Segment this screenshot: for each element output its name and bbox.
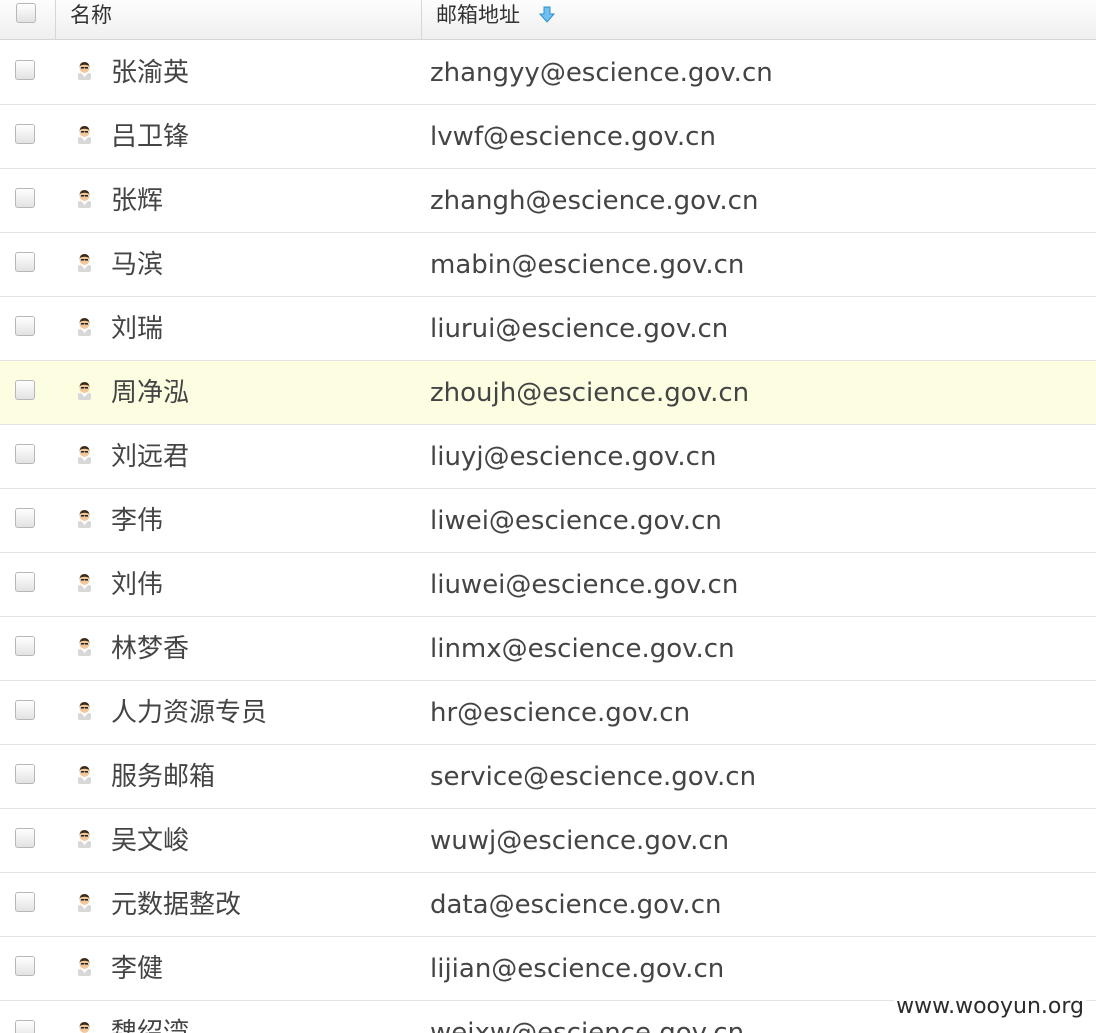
user-avatar-icon xyxy=(78,126,91,144)
header-name-column[interactable]: 名称 xyxy=(56,0,422,39)
table-row[interactable]: 人力资源专员 hr@escience.gov.cn xyxy=(0,681,1096,745)
row-checkbox[interactable] xyxy=(15,444,35,464)
contact-name[interactable]: 刘瑞 xyxy=(111,312,163,346)
contact-email[interactable]: mabin@escience.gov.cn xyxy=(430,248,744,282)
contact-name[interactable]: 吴文峻 xyxy=(111,824,189,858)
contact-email[interactable]: service@escience.gov.cn xyxy=(430,760,756,794)
table-row[interactable]: 马滨 mabin@escience.gov.cn xyxy=(0,233,1096,297)
table-row[interactable]: 元数据整改 data@escience.gov.cn xyxy=(0,873,1096,937)
contact-name[interactable]: 李健 xyxy=(111,952,163,986)
user-avatar-icon xyxy=(79,1022,90,1033)
contact-name[interactable]: 张辉 xyxy=(111,184,163,218)
contact-email[interactable]: liuwei@escience.gov.cn xyxy=(430,568,738,602)
row-checkbox[interactable] xyxy=(15,60,35,80)
table-row[interactable]: 李伟 liwei@escience.gov.cn xyxy=(0,489,1096,553)
table-row[interactable]: 吴文峻 wuwj@escience.gov.cn xyxy=(0,809,1096,873)
contact-name[interactable]: 吕卫锋 xyxy=(111,120,189,154)
contact-email[interactable]: wuwj@escience.gov.cn xyxy=(430,824,729,858)
user-avatar-icon xyxy=(78,766,91,784)
user-avatar-icon xyxy=(78,318,91,336)
contact-email[interactable]: linmx@escience.gov.cn xyxy=(430,632,735,666)
table-row[interactable]: 李健 lijian@escience.gov.cn xyxy=(0,937,1096,1001)
row-checkbox[interactable] xyxy=(15,892,35,912)
row-checkbox[interactable] xyxy=(15,188,35,208)
table-row[interactable]: 张渝英 zhangyy@escience.gov.cn xyxy=(0,41,1096,105)
contact-email[interactable]: zhangh@escience.gov.cn xyxy=(430,184,758,218)
name-column-label: 名称 xyxy=(70,3,112,27)
table-row[interactable]: 刘瑞 liurui@escience.gov.cn xyxy=(0,297,1096,361)
table-row[interactable]: 吕卫锋 lvwf@escience.gov.cn xyxy=(0,105,1096,169)
table-row[interactable]: 刘远君 liuyj@escience.gov.cn xyxy=(0,425,1096,489)
contact-email[interactable]: liwei@escience.gov.cn xyxy=(430,504,722,538)
contact-name[interactable]: 林梦香 xyxy=(111,632,189,666)
contact-list-page: 名称 邮箱地址 张渝英 zhangyy@escience.gov.cn 吕卫锋 … xyxy=(0,0,1096,1033)
contact-email[interactable]: weixw@escience.gov.cn xyxy=(430,1016,744,1033)
table-row[interactable]: 林梦香 linmx@escience.gov.cn xyxy=(0,617,1096,681)
user-avatar-icon xyxy=(78,62,91,80)
table-row[interactable]: 张辉 zhangh@escience.gov.cn xyxy=(0,169,1096,233)
contact-name[interactable]: 张渝英 xyxy=(111,56,189,90)
row-checkbox[interactable] xyxy=(15,380,35,400)
user-avatar-icon xyxy=(78,574,91,592)
user-avatar-icon xyxy=(78,446,91,464)
contact-name[interactable]: 人力资源专员 xyxy=(111,696,267,730)
contact-name[interactable]: 刘伟 xyxy=(111,568,163,602)
header-email-column[interactable]: 邮箱地址 xyxy=(422,0,1096,39)
contact-email[interactable]: liuyj@escience.gov.cn xyxy=(430,440,716,474)
user-avatar-icon xyxy=(78,958,91,976)
contact-name[interactable]: 李伟 xyxy=(111,504,163,538)
row-checkbox[interactable] xyxy=(15,572,35,592)
sort-down-arrow-icon[interactable] xyxy=(538,6,556,24)
user-avatar-icon xyxy=(78,510,91,528)
table-row[interactable]: 刘伟 liuwei@escience.gov.cn xyxy=(0,553,1096,617)
row-checkbox[interactable] xyxy=(15,764,35,784)
contact-name[interactable]: 刘远君 xyxy=(111,440,189,474)
row-checkbox[interactable] xyxy=(15,252,35,272)
user-avatar-icon xyxy=(78,190,91,208)
row-checkbox[interactable] xyxy=(15,316,35,336)
email-column-label: 邮箱地址 xyxy=(436,3,520,27)
header-select-column xyxy=(0,0,56,39)
row-checkbox[interactable] xyxy=(15,956,35,976)
user-avatar-icon xyxy=(78,894,91,912)
user-avatar-icon xyxy=(78,382,91,400)
table-header: 名称 邮箱地址 xyxy=(0,0,1096,40)
contact-email[interactable]: lijian@escience.gov.cn xyxy=(430,952,724,986)
user-avatar-icon xyxy=(78,638,91,656)
row-checkbox[interactable] xyxy=(15,1020,35,1033)
contact-email[interactable]: lvwf@escience.gov.cn xyxy=(430,120,716,154)
contact-email[interactable]: zhangyy@escience.gov.cn xyxy=(430,56,773,90)
user-avatar-icon xyxy=(78,254,91,272)
row-checkbox[interactable] xyxy=(15,700,35,720)
contact-table-body: 张渝英 zhangyy@escience.gov.cn 吕卫锋 lvwf@esc… xyxy=(0,41,1096,1033)
user-avatar-icon xyxy=(78,830,91,848)
table-row[interactable]: 服务邮箱 service@escience.gov.cn xyxy=(0,745,1096,809)
row-checkbox[interactable] xyxy=(15,636,35,656)
contact-name[interactable]: 魏绍湾 xyxy=(111,1016,189,1033)
watermark: www.wooyun.org xyxy=(894,994,1086,1019)
contact-email[interactable]: liurui@escience.gov.cn xyxy=(430,312,728,346)
user-avatar-icon xyxy=(78,702,91,720)
contact-name[interactable]: 元数据整改 xyxy=(111,888,241,922)
contact-name[interactable]: 服务邮箱 xyxy=(111,760,215,794)
table-row[interactable]: 周净泓 zhoujh@escience.gov.cn xyxy=(0,361,1096,425)
contact-email[interactable]: zhoujh@escience.gov.cn xyxy=(430,376,749,410)
row-checkbox[interactable] xyxy=(15,508,35,528)
contact-name[interactable]: 周净泓 xyxy=(111,376,189,410)
contact-email[interactable]: hr@escience.gov.cn xyxy=(430,696,690,730)
row-checkbox[interactable] xyxy=(15,124,35,144)
contact-email[interactable]: data@escience.gov.cn xyxy=(430,888,721,922)
row-checkbox[interactable] xyxy=(15,828,35,848)
select-all-checkbox[interactable] xyxy=(16,3,36,23)
contact-name[interactable]: 马滨 xyxy=(111,248,163,282)
